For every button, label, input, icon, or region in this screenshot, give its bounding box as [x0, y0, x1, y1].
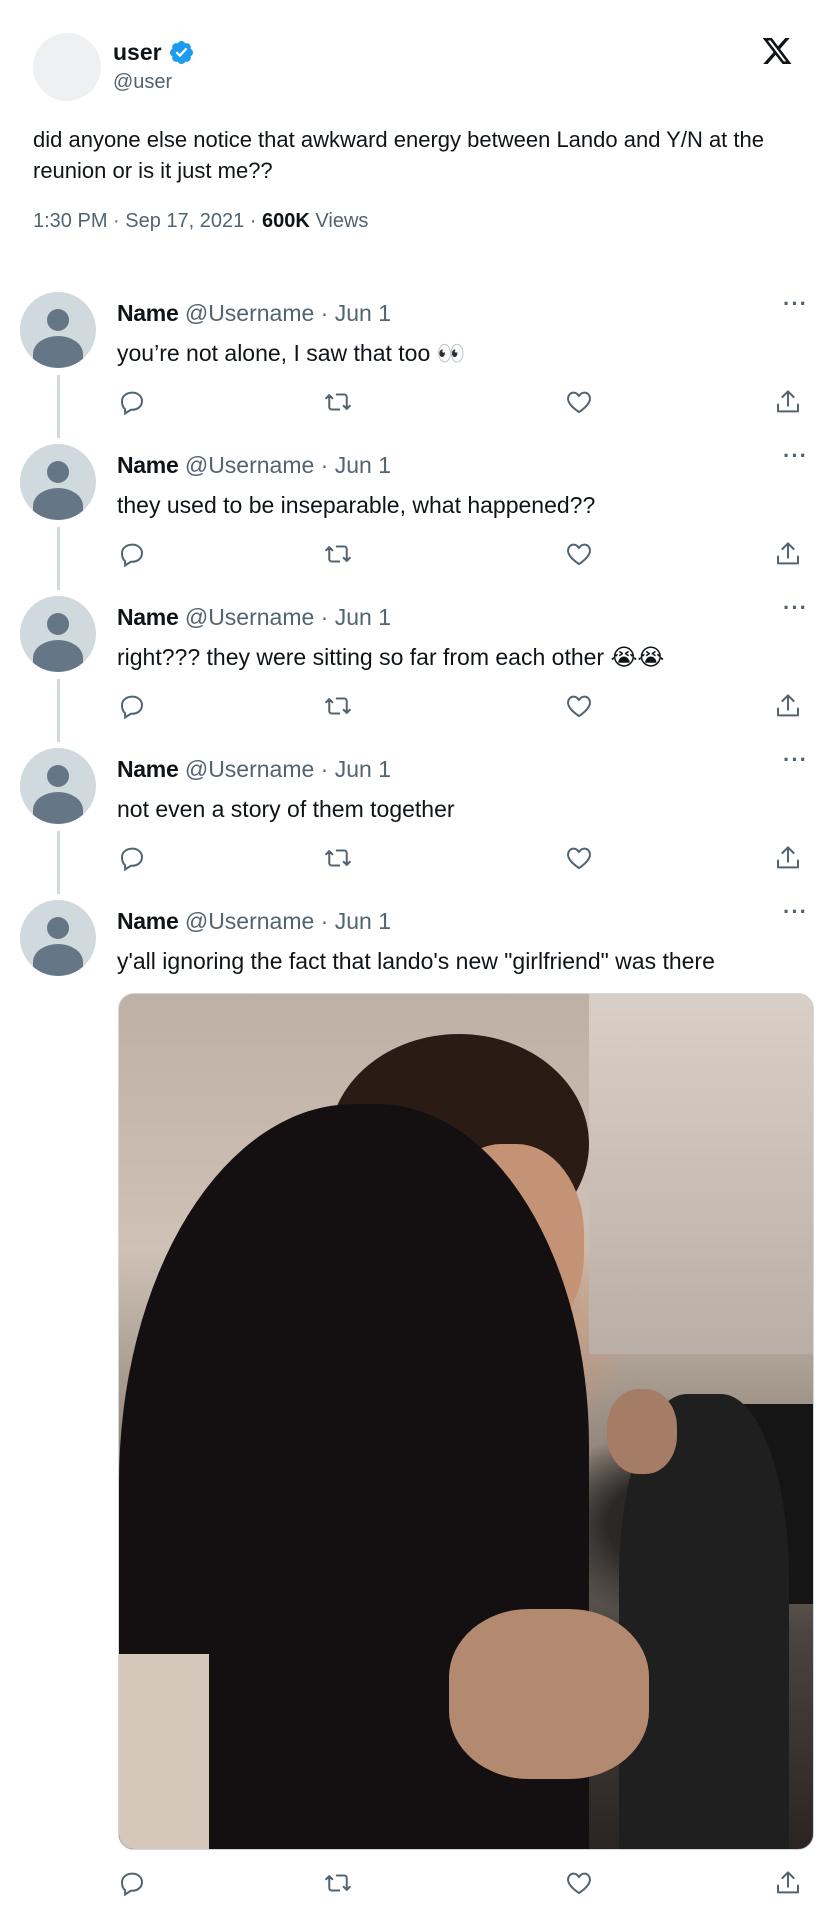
- reply-handle[interactable]: @Username: [185, 300, 314, 326]
- x-logo-icon[interactable]: [760, 35, 794, 67]
- reply-icon[interactable]: [117, 691, 147, 721]
- retweet-icon[interactable]: [323, 1868, 353, 1898]
- retweet-icon[interactable]: [323, 387, 353, 417]
- avatar[interactable]: [20, 292, 96, 368]
- more-options-icon[interactable]: ···: [783, 445, 808, 467]
- more-options-icon[interactable]: ···: [783, 293, 808, 315]
- action-bar: [0, 387, 831, 417]
- reply-text: not even a story of them together: [117, 796, 455, 822]
- reply-name[interactable]: Name: [117, 452, 179, 478]
- action-bar: [0, 843, 831, 873]
- separator-dot: ·: [314, 756, 335, 782]
- action-bar: [0, 691, 831, 721]
- retweet-icon[interactable]: [323, 843, 353, 873]
- separator-dot: ·: [314, 300, 335, 326]
- reply-name[interactable]: Name: [117, 604, 179, 630]
- reply-handle[interactable]: @Username: [185, 908, 314, 934]
- heart-icon[interactable]: [564, 691, 594, 721]
- main-tweet: user @user did anyone else notice that a…: [0, 0, 831, 250]
- reply-date[interactable]: Jun 1: [335, 756, 391, 782]
- avatar[interactable]: [33, 33, 101, 101]
- reply-photo[interactable]: [118, 993, 814, 1850]
- more-options-icon[interactable]: ···: [783, 597, 808, 619]
- reply-date[interactable]: Jun 1: [335, 452, 391, 478]
- views-count: 600K: [262, 210, 310, 232]
- avatar[interactable]: [20, 596, 96, 672]
- tweet-text: did anyone else notice that awkward ener…: [33, 127, 764, 183]
- reply-date[interactable]: Jun 1: [335, 908, 391, 934]
- reply-icon[interactable]: [117, 843, 147, 873]
- heart-icon[interactable]: [564, 539, 594, 569]
- retweet-icon[interactable]: [323, 539, 353, 569]
- timestamp[interactable]: 1:30 PM · Sep 17, 2021 ·: [33, 210, 262, 232]
- more-options-icon[interactable]: ···: [783, 901, 808, 923]
- heart-icon[interactable]: [564, 843, 594, 873]
- reply-header: Name @Username · Jun 1: [117, 906, 391, 936]
- action-bar: [0, 1868, 831, 1898]
- display-name-text: user: [113, 39, 162, 65]
- heart-icon[interactable]: [564, 387, 594, 417]
- reply-icon[interactable]: [117, 1868, 147, 1898]
- reply-header: Name @Username · Jun 1: [117, 450, 391, 480]
- reply-text: right??? they were sitting so far from e…: [117, 644, 665, 670]
- reply-header: Name @Username · Jun 1: [117, 298, 391, 328]
- reply-icon[interactable]: [117, 387, 147, 417]
- verified-badge-icon: [169, 40, 193, 64]
- reply-date[interactable]: Jun 1: [335, 604, 391, 630]
- reply-icon[interactable]: [117, 539, 147, 569]
- reply-text: y'all ignoring the fact that lando's new…: [117, 948, 715, 974]
- retweet-icon[interactable]: [323, 691, 353, 721]
- share-icon[interactable]: [773, 1868, 803, 1898]
- separator-dot: ·: [314, 908, 335, 934]
- display-name[interactable]: user: [113, 38, 195, 66]
- reply-handle[interactable]: @Username: [185, 452, 314, 478]
- heart-icon[interactable]: [564, 1868, 594, 1898]
- views-label: Views: [309, 210, 369, 232]
- tweet-meta: 1:30 PM · Sep 17, 2021 · 600K Views: [33, 209, 368, 233]
- share-icon[interactable]: [773, 691, 803, 721]
- separator-dot: ·: [314, 452, 335, 478]
- share-icon[interactable]: [773, 387, 803, 417]
- avatar[interactable]: [20, 444, 96, 520]
- reply-handle[interactable]: @Username: [185, 756, 314, 782]
- share-icon[interactable]: [773, 539, 803, 569]
- reply-text: they used to be inseparable, what happen…: [117, 492, 596, 518]
- handle[interactable]: @user: [113, 70, 172, 94]
- avatar[interactable]: [20, 748, 96, 824]
- reply-name[interactable]: Name: [117, 756, 179, 782]
- separator-dot: ·: [314, 604, 335, 630]
- reply-header: Name @Username · Jun 1: [117, 602, 391, 632]
- reply-header: Name @Username · Jun 1: [117, 754, 391, 784]
- share-icon[interactable]: [773, 843, 803, 873]
- action-bar: [0, 539, 831, 569]
- avatar[interactable]: [20, 900, 96, 976]
- more-options-icon[interactable]: ···: [783, 749, 808, 771]
- reply-text: you’re not alone, I saw that too 👀: [117, 340, 466, 366]
- reply-name[interactable]: Name: [117, 300, 179, 326]
- reply-handle[interactable]: @Username: [185, 604, 314, 630]
- reply-date[interactable]: Jun 1: [335, 300, 391, 326]
- reply-name[interactable]: Name: [117, 908, 179, 934]
